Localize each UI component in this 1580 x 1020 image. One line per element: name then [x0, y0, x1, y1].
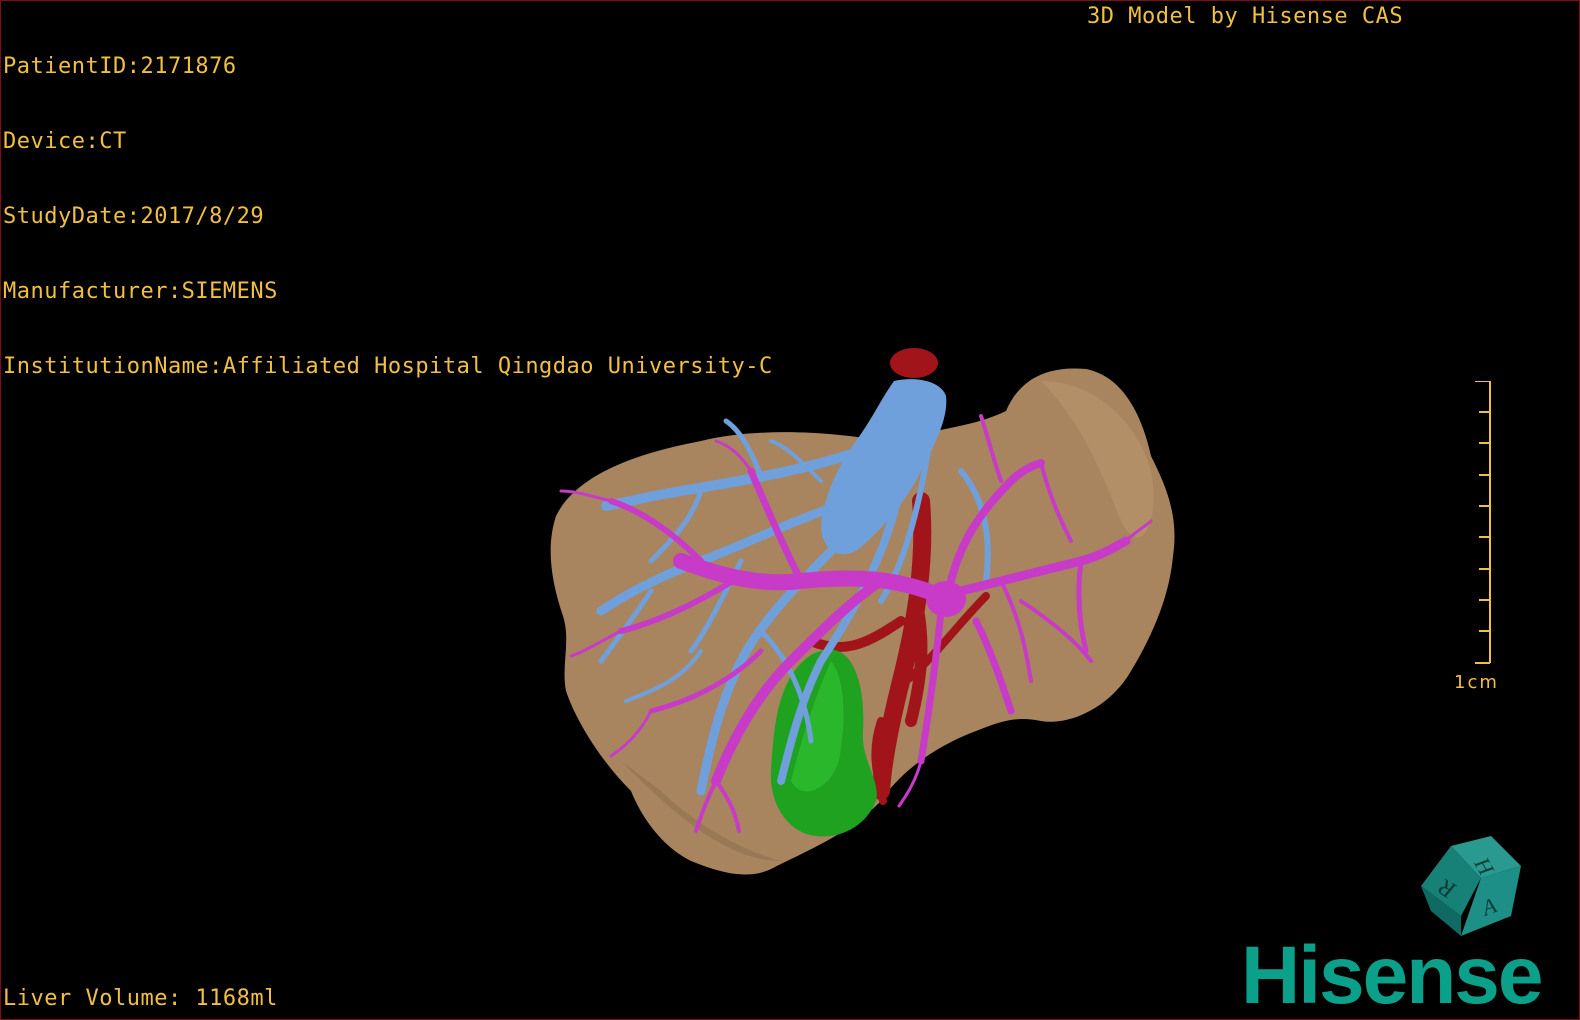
study-date-text: StudyDate:2017/8/29: [3, 204, 265, 229]
portal-vein-junction: [926, 581, 966, 617]
scale-bar: [1475, 381, 1491, 664]
hisense-logo: Hisense: [1241, 930, 1544, 1020]
manufacturer-text: Manufacturer:SIEMENS: [3, 279, 278, 304]
model-credit-text: 3D Model by Hisense CAS: [1087, 4, 1404, 29]
dicom-info-panel: PatientID:2171876 Device:CT StudyDate:20…: [3, 4, 773, 429]
liver-volume-text: Liver Volume: 1168ml: [3, 986, 278, 1011]
institution-text: InstitutionName:Affiliated Hospital Qing…: [3, 354, 773, 379]
render-viewport[interactable]: PatientID:2171876 Device:CT StudyDate:20…: [0, 0, 1580, 1020]
patient-id-text: PatientID:2171876: [3, 54, 237, 79]
scale-bar-label: 1cm: [1454, 672, 1499, 693]
device-text: Device:CT: [3, 129, 127, 154]
ivc-top: [890, 348, 938, 378]
